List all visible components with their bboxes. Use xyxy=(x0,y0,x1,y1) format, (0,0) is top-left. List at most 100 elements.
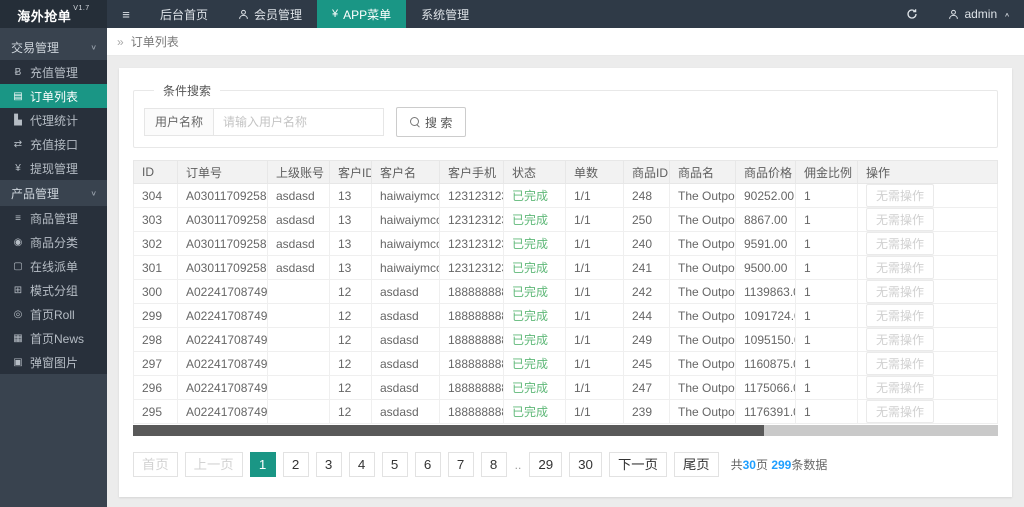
page-button[interactable]: 6 xyxy=(415,452,441,477)
yen-icon: ¥ xyxy=(332,8,338,20)
cell-action: 无需操作 xyxy=(858,376,998,400)
hamburger-menu-icon[interactable]: ≡ xyxy=(107,0,145,28)
sidebar-item[interactable]: ▙ 代理统计 xyxy=(0,108,107,132)
topnav-item[interactable]: 会员管理 xyxy=(223,0,317,28)
cell-action: 无需操作 xyxy=(858,280,998,304)
cell-customer-phone: 123123123 xyxy=(440,208,504,232)
page-button[interactable]: 29 xyxy=(529,452,562,477)
no-action-button[interactable]: 无需操作 xyxy=(866,376,934,399)
sidebar-item[interactable]: ▣ 弹窗图片 xyxy=(0,350,107,374)
chevron-up-icon: ∧ xyxy=(1004,11,1010,17)
cell-id: 303 xyxy=(134,208,178,232)
column-header: 商品名 xyxy=(670,161,736,184)
username-input[interactable] xyxy=(214,108,384,136)
sidebar-menu: 交易管理 ∨ Ƀ 充值管理 ▤ 订单列表 ▙ 代理统计 ⇄ 充值接口 ¥ 提现管… xyxy=(0,34,107,374)
sidebar-item[interactable]: ▢ 在线派单 xyxy=(0,254,107,278)
no-action-button[interactable]: 无需操作 xyxy=(866,256,934,279)
app-logo: 海外抢单V1.7 xyxy=(0,0,107,28)
page-button[interactable]: 30 xyxy=(569,452,602,477)
page-button[interactable]: 下一页 xyxy=(609,452,667,477)
cell-status: 已完成 xyxy=(504,256,566,280)
username: admin xyxy=(964,7,997,21)
cell-customer-id: 13 xyxy=(330,208,372,232)
cell-ratio: 1 xyxy=(796,280,858,304)
cell-customer-phone: 18888888888 xyxy=(440,400,504,424)
cell-status: 已完成 xyxy=(504,376,566,400)
cell-order-no: A02241708749716653 xyxy=(178,400,268,424)
no-action-button[interactable]: 无需操作 xyxy=(866,304,934,327)
topnav-item[interactable]: 系统管理 xyxy=(406,0,484,28)
cell-action: 无需操作 xyxy=(858,304,998,328)
no-action-button[interactable]: 无需操作 xyxy=(866,328,934,351)
cell-action: 无需操作 xyxy=(858,208,998,232)
cell-action: 无需操作 xyxy=(858,232,998,256)
column-header: 佣金比例 xyxy=(796,161,858,184)
chevron-down-icon: ∨ xyxy=(90,189,97,198)
page-button[interactable]: 上一页 xyxy=(185,452,243,477)
page-button[interactable]: 3 xyxy=(316,452,342,477)
cell-parent-account xyxy=(268,304,330,328)
cell-customer-phone: 123123123 xyxy=(440,256,504,280)
sidebar-item[interactable]: ≡ 商品管理 xyxy=(0,206,107,230)
search-button[interactable]: 搜 索 xyxy=(396,107,466,137)
no-action-button[interactable]: 无需操作 xyxy=(866,208,934,231)
cell-count: 1/1 xyxy=(566,376,624,400)
page-button[interactable]: 首页 xyxy=(133,452,178,477)
page-button[interactable]: 2 xyxy=(283,452,309,477)
no-action-button[interactable]: 无需操作 xyxy=(866,400,934,423)
sidebar-section-header[interactable]: 交易管理 ∨ xyxy=(0,34,107,60)
no-action-button[interactable]: 无需操作 xyxy=(866,184,934,207)
recharge-api-icon: ⇄ xyxy=(12,139,24,150)
page-button[interactable]: 尾页 xyxy=(674,452,719,477)
cell-id: 298 xyxy=(134,328,178,352)
app-version: V1.7 xyxy=(73,5,89,12)
cell-product-id: 245 xyxy=(624,352,670,376)
page-button[interactable]: 1 xyxy=(250,452,276,477)
mode-group-icon: ⊞ xyxy=(12,285,24,296)
cell-customer-phone: 123123123 xyxy=(440,184,504,208)
cell-status: 已完成 xyxy=(504,280,566,304)
total-records: 299 xyxy=(771,458,791,472)
cell-id: 295 xyxy=(134,400,178,424)
table-header-row: ID订单号上级账号客户ID客户名客户手机状态单数商品ID商品名商品价格佣金比例操… xyxy=(134,161,998,184)
column-header: 客户名 xyxy=(372,161,440,184)
search-panel: 条件搜索 用户名称 搜 索 xyxy=(133,82,998,148)
sidebar-section-header[interactable]: 产品管理 ∨ xyxy=(0,180,107,206)
page-button[interactable]: 7 xyxy=(448,452,474,477)
cell-id: 299 xyxy=(134,304,178,328)
sidebar-item[interactable]: ⇄ 充值接口 xyxy=(0,132,107,156)
table-row: 300 A02241708749749663 12 asdasd 1888888… xyxy=(134,280,998,304)
user-menu[interactable]: admin ∧ xyxy=(934,0,1024,28)
sidebar-item[interactable]: ⊞ 模式分组 xyxy=(0,278,107,302)
no-action-button[interactable]: 无需操作 xyxy=(866,232,934,255)
topnav-item[interactable]: 后台首页 xyxy=(145,0,223,28)
cell-customer-id: 12 xyxy=(330,376,372,400)
no-action-button[interactable]: 无需操作 xyxy=(866,280,934,303)
table-body: 304 A03011709258836615 asdasd 13 haiwaiy… xyxy=(134,184,998,424)
sidebar-item[interactable]: ▤ 订单列表 xyxy=(0,84,107,108)
sidebar-item-label: 商品管理 xyxy=(30,210,78,227)
sidebar-item[interactable]: ◎ 首页Roll xyxy=(0,302,107,326)
cell-parent-account xyxy=(268,352,330,376)
cell-count: 1/1 xyxy=(566,208,624,232)
page-button[interactable]: 5 xyxy=(382,452,408,477)
horizontal-scrollbar[interactable] xyxy=(133,425,998,436)
sidebar-item[interactable]: ▦ 首页News xyxy=(0,326,107,350)
refresh-icon[interactable] xyxy=(890,0,934,28)
cell-customer-phone: 18888888888 xyxy=(440,376,504,400)
cell-order-no: A03011709258322713 xyxy=(178,208,268,232)
sidebar-item-label: 充值接口 xyxy=(30,136,78,153)
cell-customer-name: asdasd xyxy=(372,352,440,376)
column-header: 状态 xyxy=(504,161,566,184)
no-action-button[interactable]: 无需操作 xyxy=(866,352,934,375)
cell-customer-id: 12 xyxy=(330,304,372,328)
sidebar-item[interactable]: ◉ 商品分类 xyxy=(0,230,107,254)
sidebar-item[interactable]: Ƀ 充值管理 xyxy=(0,60,107,84)
cell-price: 1139863.00 xyxy=(736,280,796,304)
sidebar-item[interactable]: ¥ 提现管理 xyxy=(0,156,107,180)
topnav-item[interactable]: ¥ APP菜单 xyxy=(317,0,406,28)
page-button[interactable]: 8 xyxy=(481,452,507,477)
cell-ratio: 1 xyxy=(796,352,858,376)
page-button[interactable]: 4 xyxy=(349,452,375,477)
scrollbar-thumb[interactable] xyxy=(133,425,764,436)
